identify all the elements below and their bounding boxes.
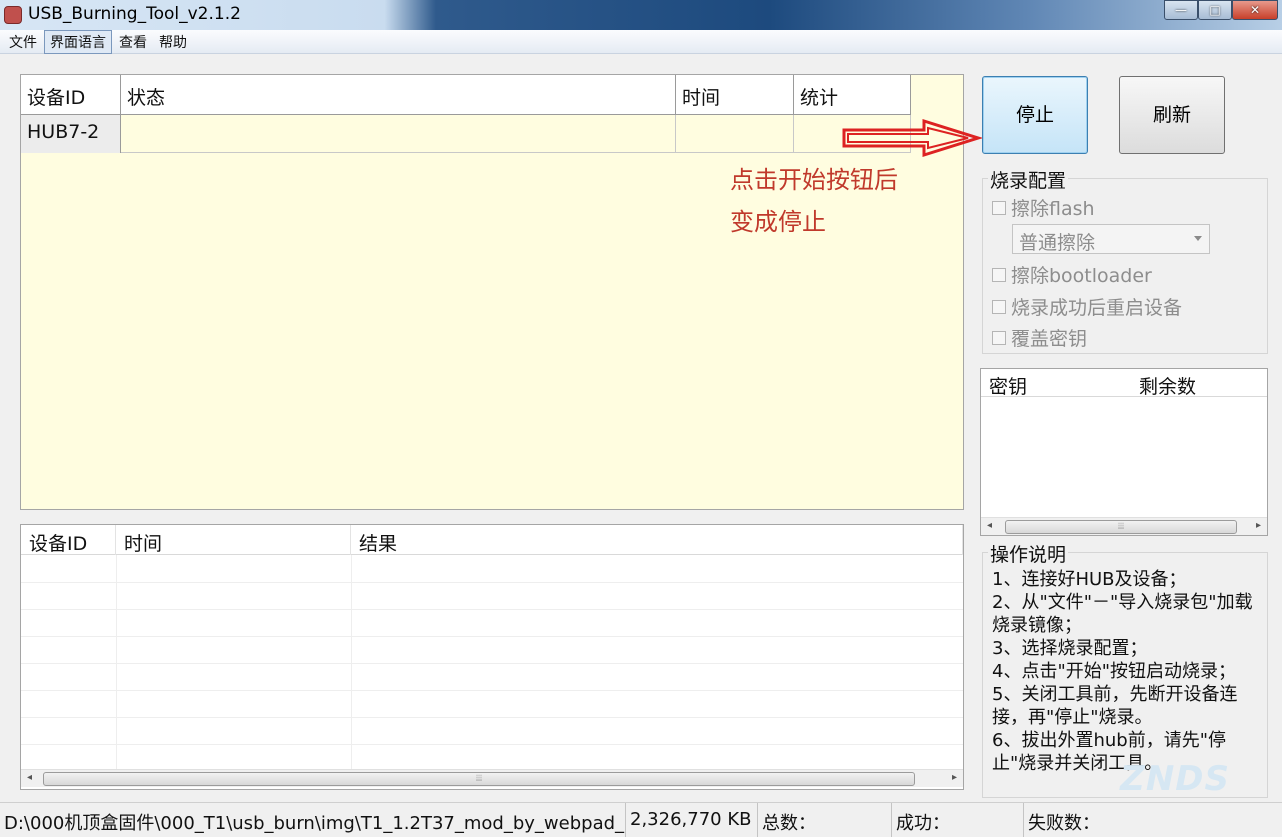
watermark: ZNDS bbox=[1120, 759, 1230, 799]
close-icon: ✕ bbox=[1249, 3, 1261, 17]
row-divider bbox=[21, 663, 963, 664]
maximize-icon: □ bbox=[1209, 3, 1221, 17]
menu-language[interactable]: 界面语言 bbox=[44, 29, 112, 54]
overwrite-key-option[interactable]: 覆盖密钥 bbox=[992, 324, 1087, 351]
window-controls: — □ ✕ bbox=[1164, 0, 1278, 20]
column-header-remaining[interactable]: 剩余数 bbox=[1131, 369, 1267, 398]
device-grid[interactable]: 设备ID 状态 时间 统计 HUB7-2 bbox=[20, 74, 964, 510]
annotation-line-2: 变成停止 bbox=[730, 208, 826, 236]
scrollbar-thumb[interactable]: ⦙⦙⦙ bbox=[43, 772, 915, 786]
column-header-device-id[interactable]: 设备ID bbox=[21, 75, 121, 115]
erase-bootloader-option[interactable]: 擦除bootloader bbox=[992, 261, 1152, 288]
table-row[interactable]: HUB7-2 bbox=[21, 115, 911, 153]
row-divider bbox=[21, 717, 963, 718]
arrow-right-icon bbox=[842, 118, 982, 158]
column-header-time[interactable]: 时间 bbox=[676, 75, 794, 115]
key-list-scrollbar[interactable]: ◂ ⦙⦙⦙ ▸ bbox=[981, 517, 1267, 535]
column-header-key[interactable]: 密钥 bbox=[981, 369, 1131, 398]
erase-flash-checkbox[interactable] bbox=[992, 200, 1006, 215]
fail-count: 失败数： bbox=[1028, 813, 1100, 834]
row-divider bbox=[21, 690, 963, 691]
reboot-after-label: 烧录成功后重启设备 bbox=[1011, 297, 1183, 319]
column-header-time[interactable]: 时间 bbox=[116, 525, 351, 555]
image-size: 2,326,770 KB bbox=[626, 803, 758, 837]
row-divider bbox=[21, 609, 963, 610]
erase-mode-value: 普通擦除 bbox=[1019, 232, 1096, 254]
image-path: D:\000机顶盒固件\000_T1\usb_burn\img\T1_1.2T3… bbox=[0, 803, 626, 837]
app-icon bbox=[4, 6, 22, 24]
erase-flash-label: 擦除flash bbox=[1011, 198, 1095, 220]
device-grid-header: 设备ID 状态 时间 统计 bbox=[21, 75, 911, 115]
row-divider bbox=[21, 744, 963, 745]
menu-file[interactable]: 文件 bbox=[4, 31, 42, 53]
instruction-line: 5、关闭工具前，先断开设备连接，再"停止"烧录。 bbox=[992, 684, 1238, 728]
status-bar: D:\000机顶盒固件\000_T1\usb_burn\img\T1_1.2T3… bbox=[0, 802, 1282, 837]
burn-config-title: 烧录配置 bbox=[988, 166, 1069, 193]
chevron-down-icon bbox=[1194, 236, 1202, 241]
instructions-text: 1、连接好HUB及设备； 2、从"文件"－"导入烧录包"加载烧录镜像； 3、选择… bbox=[992, 568, 1264, 775]
erase-bootloader-checkbox[interactable] bbox=[992, 267, 1006, 282]
status-cell bbox=[121, 115, 676, 153]
overwrite-key-label: 覆盖密钥 bbox=[1011, 328, 1088, 350]
title-bar: USB_Burning_Tool_v2.1.2 — □ ✕ bbox=[0, 0, 1282, 30]
key-list[interactable]: 密钥 剩余数 ◂ ⦙⦙⦙ ▸ bbox=[980, 368, 1268, 536]
refresh-button[interactable]: 刷新 bbox=[1119, 76, 1225, 154]
erase-bootloader-label: 擦除bootloader bbox=[1011, 265, 1152, 287]
minimize-button[interactable]: — bbox=[1164, 0, 1198, 20]
reboot-after-checkbox[interactable] bbox=[992, 299, 1006, 314]
window-title: USB_Burning_Tool_v2.1.2 bbox=[28, 4, 241, 24]
column-header-status[interactable]: 状态 bbox=[121, 75, 676, 115]
success-count: 成功： bbox=[892, 803, 1024, 837]
scroll-left-icon[interactable]: ◂ bbox=[987, 520, 992, 531]
scroll-right-icon[interactable]: ▸ bbox=[952, 772, 957, 783]
instruction-line: 2、从"文件"－"导入烧录包"加载烧录镜像； bbox=[992, 592, 1253, 636]
scrollbar-thumb[interactable]: ⦙⦙⦙ bbox=[1005, 520, 1237, 534]
key-list-header: 密钥 剩余数 bbox=[981, 369, 1267, 398]
erase-flash-option[interactable]: 擦除flash bbox=[992, 194, 1095, 221]
menu-help[interactable]: 帮助 bbox=[154, 31, 192, 53]
instructions-title: 操作说明 bbox=[988, 540, 1069, 567]
row-divider bbox=[21, 636, 963, 637]
scroll-left-icon[interactable]: ◂ bbox=[27, 772, 32, 783]
column-divider bbox=[116, 555, 117, 769]
column-header-device-id[interactable]: 设备ID bbox=[21, 525, 116, 555]
column-divider bbox=[351, 555, 352, 769]
annotation-line-1: 点击开始按钮后 bbox=[730, 166, 898, 194]
time-cell bbox=[676, 115, 794, 153]
overwrite-key-checkbox[interactable] bbox=[992, 330, 1006, 345]
column-header-result[interactable]: 结果 bbox=[351, 525, 963, 555]
result-grid[interactable]: 设备ID 时间 结果 ◂ ⦙⦙⦙ ▸ bbox=[20, 524, 964, 790]
close-button[interactable]: ✕ bbox=[1232, 0, 1278, 20]
instruction-line: 3、选择烧录配置； bbox=[992, 638, 1148, 659]
device-id-cell: HUB7-2 bbox=[21, 115, 121, 153]
erase-mode-select[interactable]: 普通擦除 bbox=[1012, 224, 1210, 254]
instruction-line: 4、点击"开始"按钮启动烧录； bbox=[992, 661, 1237, 682]
stop-button[interactable]: 停止 bbox=[982, 76, 1088, 154]
result-grid-header: 设备ID 时间 结果 bbox=[21, 525, 963, 555]
instruction-line: 1、连接好HUB及设备； bbox=[992, 569, 1187, 590]
minimize-icon: — bbox=[1175, 3, 1187, 17]
result-grid-scrollbar[interactable]: ◂ ⦙⦙⦙ ▸ bbox=[21, 769, 963, 787]
total-count: 总数： bbox=[758, 803, 892, 837]
reboot-after-option[interactable]: 烧录成功后重启设备 bbox=[992, 293, 1182, 320]
row-divider bbox=[21, 582, 963, 583]
menu-bar: 文件 界面语言 查看 帮助 bbox=[0, 29, 1282, 54]
column-header-stats[interactable]: 统计 bbox=[794, 75, 911, 115]
scroll-right-icon[interactable]: ▸ bbox=[1256, 520, 1261, 531]
menu-view[interactable]: 查看 bbox=[114, 31, 152, 53]
maximize-button[interactable]: □ bbox=[1198, 0, 1232, 20]
